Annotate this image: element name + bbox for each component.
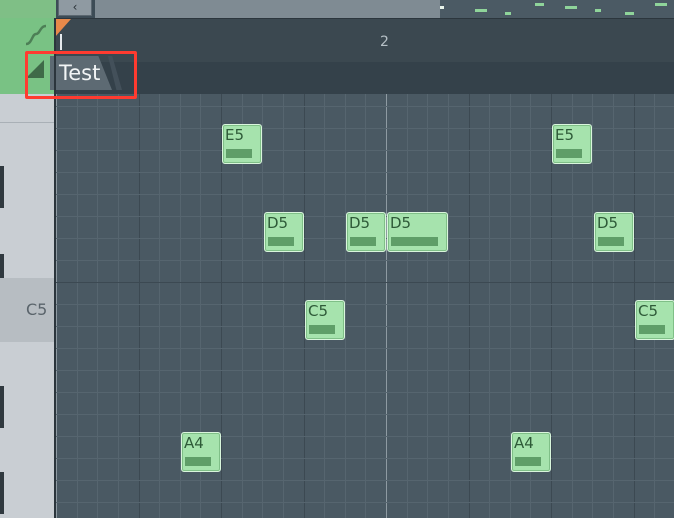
overview-note-mark <box>475 9 487 12</box>
grid-horizontal-line <box>56 282 674 283</box>
grid-vertical-line <box>262 94 263 518</box>
grid-horizontal-line <box>56 502 674 503</box>
note-velocity-bar <box>309 325 335 334</box>
note-c5[interactable]: C5 <box>305 300 345 340</box>
playhead-marker[interactable] <box>55 19 71 37</box>
note-label: A4 <box>184 434 204 452</box>
grid-vertical-line <box>159 94 160 518</box>
grid-vertical-line <box>97 94 98 518</box>
grid-vertical-line <box>345 94 346 518</box>
note-label: C5 <box>308 302 329 320</box>
key-divider <box>0 122 54 123</box>
grid-vertical-line <box>448 94 449 518</box>
overview-note-mark <box>565 6 577 9</box>
grid-horizontal-line <box>56 392 674 393</box>
playhead-line <box>60 34 62 50</box>
note-label: D5 <box>349 214 371 232</box>
overview-note-mark <box>505 12 511 15</box>
overview-visible-range[interactable] <box>95 0 440 18</box>
grid-horizontal-line <box>56 172 674 173</box>
grid-vertical-line <box>118 94 119 518</box>
grid-vertical-line <box>407 94 408 518</box>
grid-horizontal-line <box>56 194 674 195</box>
grid-horizontal-line <box>56 436 674 437</box>
note-a4[interactable]: A4 <box>511 432 551 472</box>
note-e5[interactable]: E5 <box>222 124 262 164</box>
note-d5[interactable]: D5 <box>387 212 448 252</box>
overview-note-mark <box>535 3 544 6</box>
note-a4[interactable]: A4 <box>181 432 221 472</box>
scroll-left-button[interactable]: ‹ <box>58 0 92 16</box>
grid-horizontal-line <box>56 348 674 349</box>
note-d5[interactable]: D5 <box>346 212 386 252</box>
grid-vertical-line <box>77 94 78 518</box>
note-e5[interactable]: E5 <box>552 124 592 164</box>
note-d5[interactable]: D5 <box>594 212 634 252</box>
note-label: D5 <box>267 214 289 232</box>
note-label: C5 <box>638 302 659 320</box>
grid-vertical-line <box>489 94 490 518</box>
overview-note-mark <box>595 9 601 12</box>
note-velocity-bar <box>556 149 582 158</box>
grid-horizontal-line <box>56 106 674 107</box>
black-key[interactable] <box>0 386 4 428</box>
note-label: D5 <box>597 214 619 232</box>
top-left-panel <box>0 0 56 18</box>
grid-vertical-line <box>283 94 284 518</box>
grid-vertical-line <box>613 94 614 518</box>
grid-vertical-line <box>469 94 470 518</box>
note-velocity-bar <box>391 237 438 246</box>
curve-icon[interactable] <box>24 24 48 46</box>
note-velocity-bar <box>268 237 294 246</box>
grid-horizontal-line <box>56 260 674 261</box>
note-label: E5 <box>225 126 245 144</box>
grid-horizontal-line <box>56 304 674 305</box>
note-velocity-bar <box>185 457 211 466</box>
grid-horizontal-line <box>56 370 674 371</box>
note-label: E5 <box>555 126 575 144</box>
grid-horizontal-line <box>56 414 674 415</box>
note-velocity-bar <box>639 325 665 334</box>
note-label: A4 <box>514 434 534 452</box>
grid-vertical-line <box>386 94 387 518</box>
black-key[interactable] <box>0 166 4 208</box>
timeline-ruler[interactable] <box>56 18 674 63</box>
bar-number-label: 2 <box>380 34 389 50</box>
grid-horizontal-line <box>56 480 674 481</box>
black-key[interactable] <box>0 472 4 514</box>
note-velocity-bar <box>515 457 541 466</box>
note-c5[interactable]: C5 <box>635 300 674 340</box>
grid-horizontal-line <box>56 458 674 459</box>
note-d5[interactable]: D5 <box>264 212 304 252</box>
note-velocity-bar <box>598 237 624 246</box>
grid-vertical-line <box>592 94 593 518</box>
left-arrow-icon: ‹ <box>72 0 78 14</box>
pattern-tab-strip <box>56 62 674 94</box>
grid-vertical-line <box>427 94 428 518</box>
grid-vertical-line <box>365 94 366 518</box>
grid-vertical-line <box>139 94 140 518</box>
grid-horizontal-line <box>56 326 674 327</box>
note-velocity-bar <box>226 149 252 158</box>
note-label: D5 <box>390 214 412 232</box>
note-velocity-bar <box>350 237 376 246</box>
key-c5-label: C5 <box>26 300 48 319</box>
overview-note-mark <box>625 12 634 15</box>
piano-roll-grid[interactable]: E5 D5 C5 D5 D5 A4 E5 D5 C5 A4 <box>56 94 674 518</box>
overview-note-mark <box>655 3 667 6</box>
highlight-box <box>25 51 137 99</box>
grid-vertical-line <box>56 94 57 518</box>
